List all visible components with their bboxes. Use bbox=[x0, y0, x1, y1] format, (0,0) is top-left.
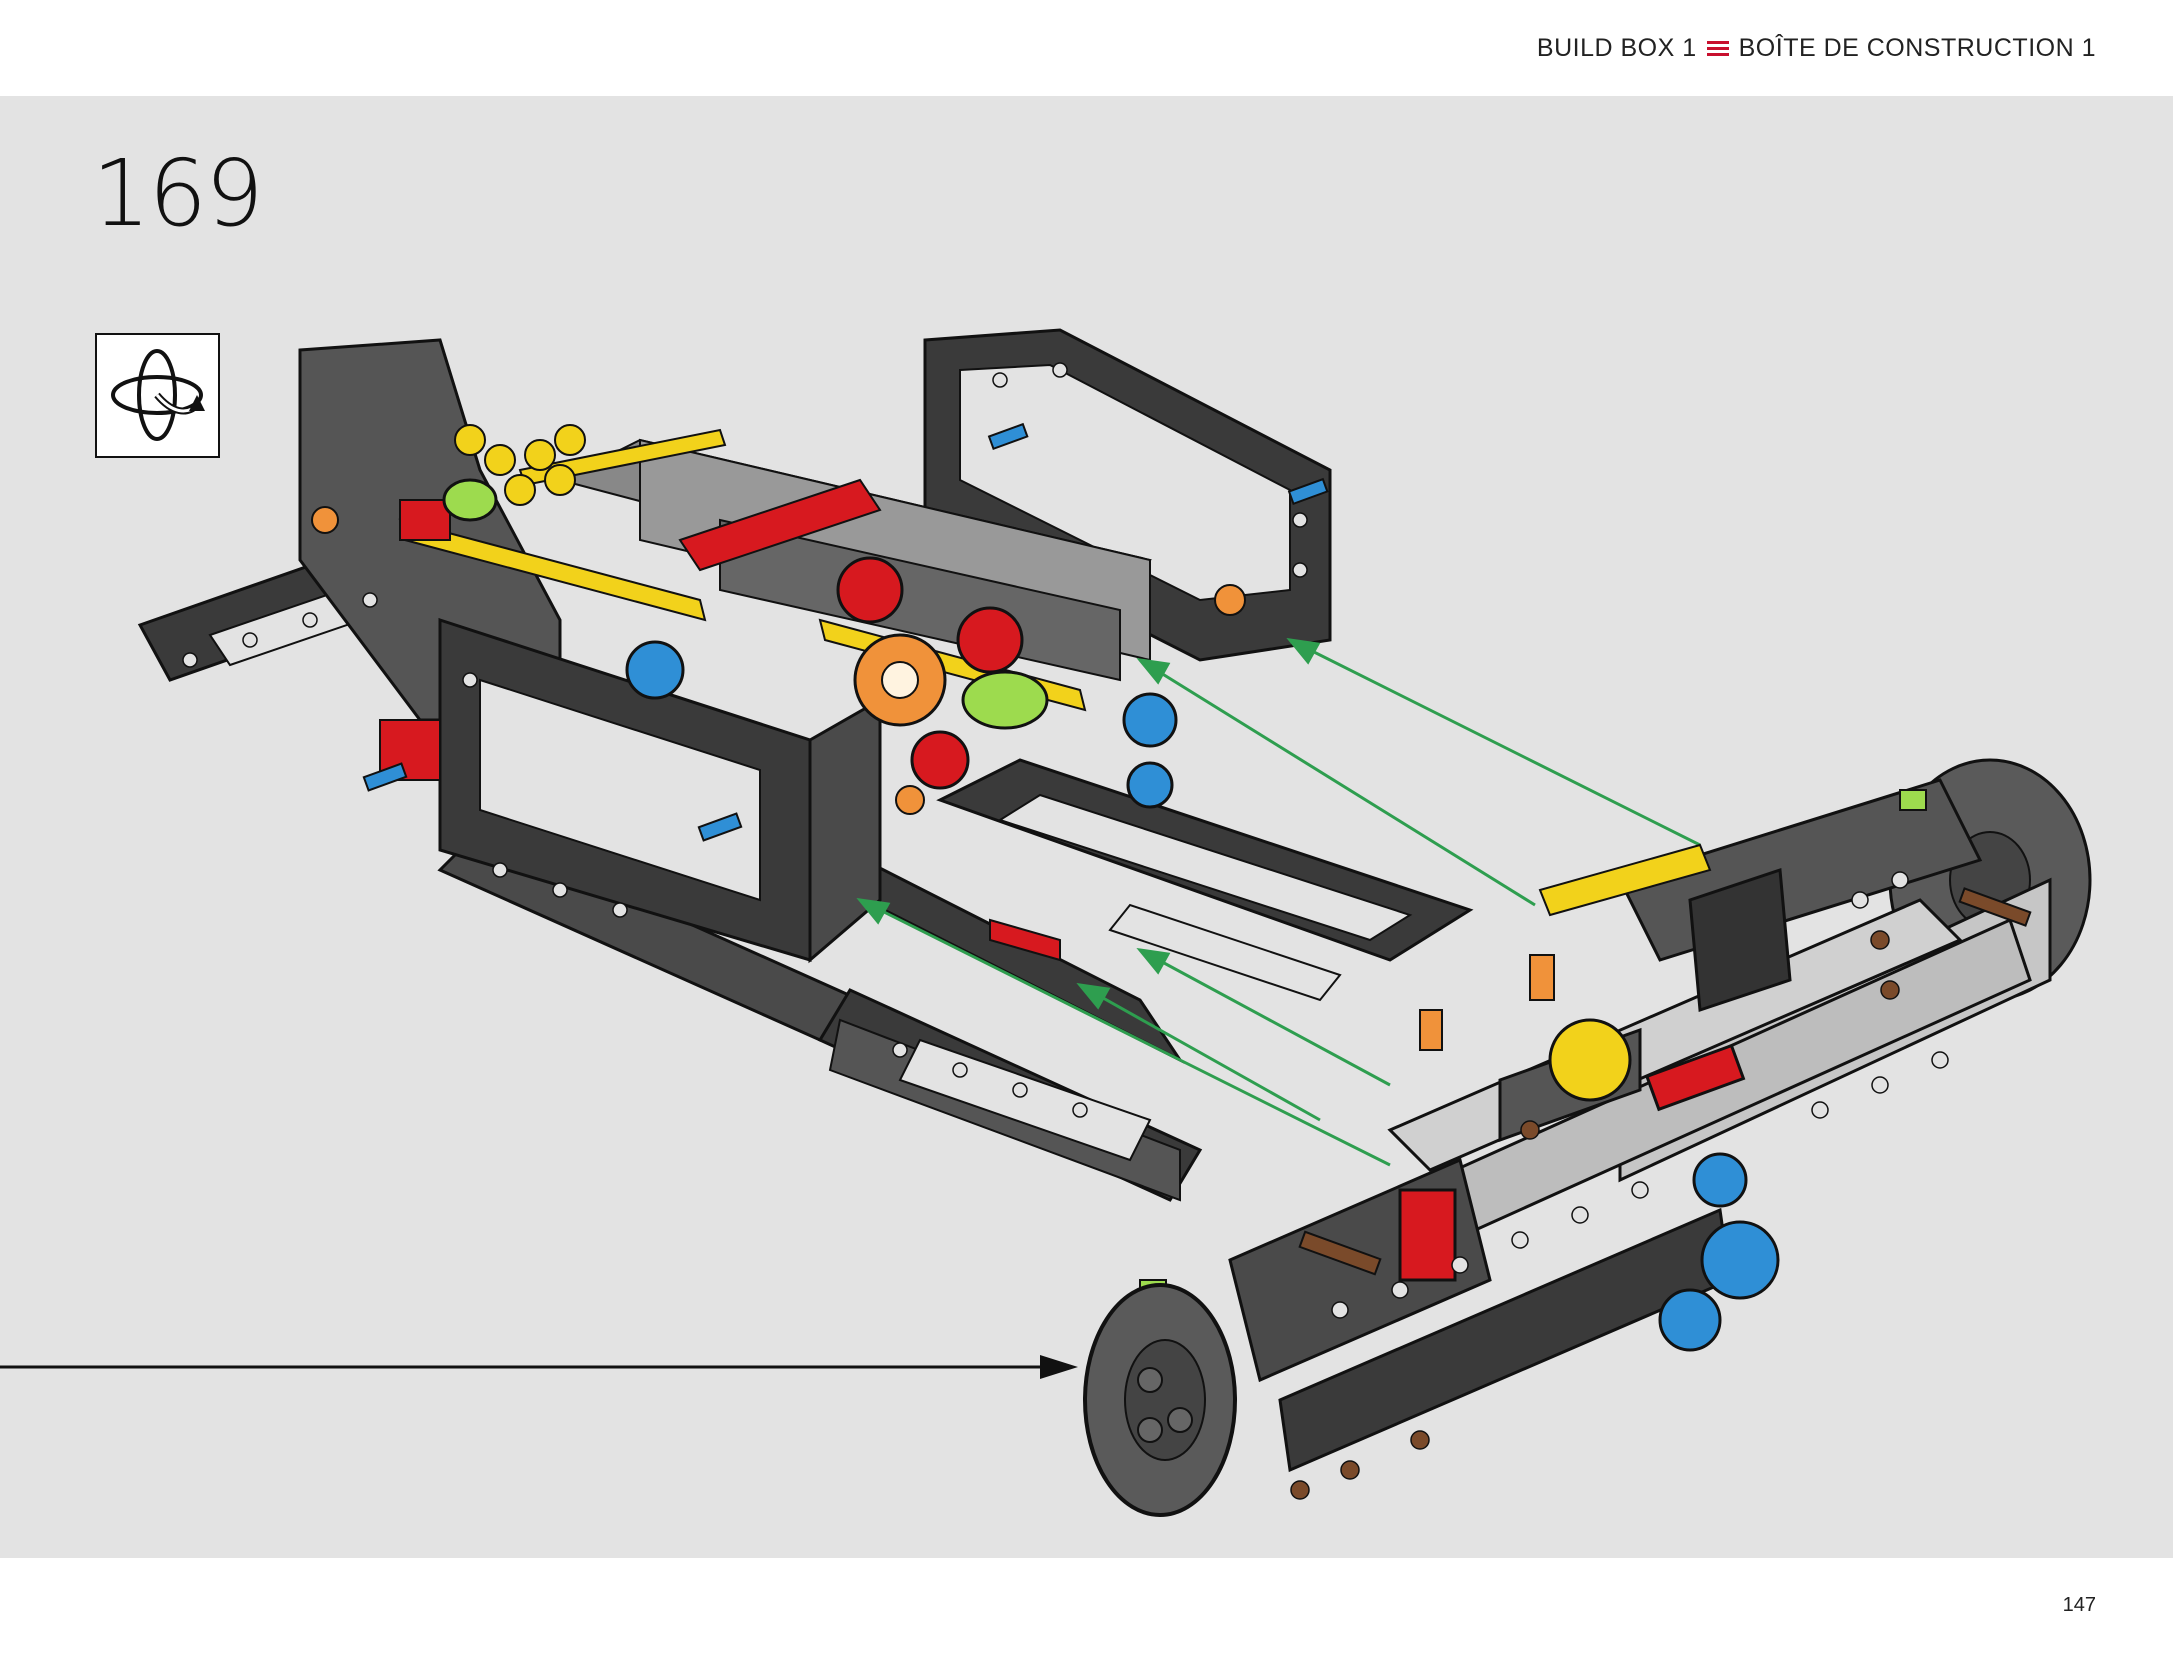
build-box-label: BUILD BOX 1 BOÎTE DE CONSTRUCTION 1 bbox=[1537, 34, 2096, 63]
build-box-fr: BOÎTE DE CONSTRUCTION 1 bbox=[1738, 34, 2096, 62]
chassis-assembly bbox=[137, 328, 1474, 1202]
placement-arrow bbox=[0, 1355, 1078, 1379]
page-footer: 147 bbox=[0, 1558, 2173, 1654]
divider-icon bbox=[1706, 40, 1729, 57]
page-header: BUILD BOX 1 BOÎTE DE CONSTRUCTION 1 bbox=[0, 0, 2173, 96]
model-illustration bbox=[0, 328, 2092, 1517]
instruction-stage: 169 bbox=[0, 96, 2173, 1558]
build-box-en: BUILD BOX 1 bbox=[1536, 34, 1697, 62]
page-number: 147 bbox=[2062, 1594, 2096, 1616]
